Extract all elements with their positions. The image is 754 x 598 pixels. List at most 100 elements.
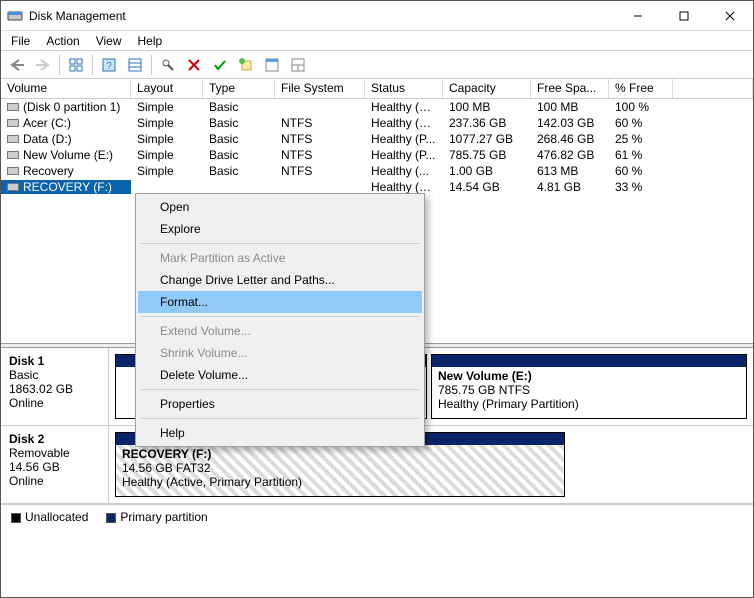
cell-free: 100 MB (531, 100, 609, 114)
list-view-icon[interactable] (123, 54, 147, 76)
context-separator (140, 418, 420, 419)
volume-name-label: RECOVERY (F:) (23, 180, 112, 194)
maximize-button[interactable] (661, 1, 707, 31)
disk2-kind: Removable (9, 446, 70, 460)
volume-list-header: Volume Layout Type File System Status Ca… (1, 79, 753, 99)
col-capacity[interactable]: Capacity (443, 79, 531, 98)
app-icon (7, 8, 23, 24)
part-info1: 14.56 GB FAT32 (122, 461, 211, 475)
volume-row[interactable]: (Disk 0 partition 1) SimpleBasic Healthy (… (1, 99, 753, 115)
menu-view[interactable]: View (90, 33, 128, 49)
volume-row[interactable]: Data (D:)SimpleBasicNTFSHealthy (P...107… (1, 131, 753, 147)
cell-free: 613 MB (531, 164, 609, 178)
cell-name: (Disk 0 partition 1) (1, 100, 131, 114)
col-type[interactable]: Type (203, 79, 275, 98)
col-freespace[interactable]: Free Spa... (531, 79, 609, 98)
volume-icon (7, 103, 19, 111)
disk2-label: Disk 2 Removable 14.56 GB Online (1, 426, 109, 503)
settings-icon[interactable] (156, 54, 180, 76)
cell-pct: 25 % (609, 132, 673, 146)
volume-name-label: Recovery (23, 164, 74, 178)
disk1-kind: Basic (9, 368, 38, 382)
volume-name-label: (Disk 0 partition 1) (23, 100, 120, 114)
cell-name: Data (D:) (1, 132, 131, 146)
volume-icon (7, 151, 19, 159)
cell-pct: 60 % (609, 164, 673, 178)
cell-layout: Simple (131, 148, 203, 162)
context-item-help[interactable]: Help (138, 422, 422, 444)
disk2-size: 14.56 GB (9, 460, 60, 474)
disk1-state: Online (9, 396, 44, 410)
col-pctfree[interactable]: % Free (609, 79, 673, 98)
col-status[interactable]: Status (365, 79, 443, 98)
disk1-name: Disk 1 (9, 354, 44, 368)
context-item-format[interactable]: Format... (138, 291, 422, 313)
disk1-partition-e[interactable]: New Volume (E:) 785.75 GB NTFS Healthy (… (431, 354, 747, 419)
context-menu: OpenExploreMark Partition as ActiveChang… (135, 193, 425, 447)
context-separator (140, 316, 420, 317)
help-icon[interactable]: ? (97, 54, 121, 76)
cell-status: Healthy (B... (365, 116, 443, 130)
cell-layout: Simple (131, 164, 203, 178)
cell-cap: 1077.27 GB (443, 132, 531, 146)
forward-button[interactable] (31, 54, 55, 76)
partition-header-bar (432, 355, 746, 367)
svg-text:?: ? (106, 61, 112, 72)
new-icon[interactable] (234, 54, 258, 76)
cell-type: Basic (203, 132, 275, 146)
window-title: Disk Management (29, 9, 615, 23)
cell-fs: NTFS (275, 164, 365, 178)
cell-free: 142.03 GB (531, 116, 609, 130)
cell-status: Healthy (E... (365, 100, 443, 114)
context-item-explore[interactable]: Explore (138, 218, 422, 240)
cell-layout: Simple (131, 100, 203, 114)
disk1-label: Disk 1 Basic 1863.02 GB Online (1, 348, 109, 425)
legend-primary: Primary partition (106, 510, 207, 524)
volume-row[interactable]: RecoverySimpleBasicNTFSHealthy (...1.00 … (1, 163, 753, 179)
grid-view-icon[interactable] (64, 54, 88, 76)
cell-status: Healthy (P... (365, 132, 443, 146)
disk2-name: Disk 2 (9, 432, 44, 446)
cell-name: New Volume (E:) (1, 148, 131, 162)
properties-icon[interactable] (260, 54, 284, 76)
context-item-delete-volume[interactable]: Delete Volume... (138, 364, 422, 386)
col-volume[interactable]: Volume (1, 79, 131, 98)
back-button[interactable] (5, 54, 29, 76)
context-item-open[interactable]: Open (138, 196, 422, 218)
title-bar: Disk Management (1, 1, 753, 31)
delete-icon[interactable] (182, 54, 206, 76)
part-info2: Healthy (Active, Primary Partition) (122, 475, 302, 489)
col-filesystem[interactable]: File System (275, 79, 365, 98)
col-layout[interactable]: Layout (131, 79, 203, 98)
context-separator (140, 243, 420, 244)
cell-cap: 100 MB (443, 100, 531, 114)
close-button[interactable] (707, 1, 753, 31)
cell-cap: 237.36 GB (443, 116, 531, 130)
col-spacer (673, 79, 753, 98)
menu-action[interactable]: Action (40, 33, 85, 49)
cell-cap: 14.54 GB (443, 180, 531, 194)
minimize-button[interactable] (615, 1, 661, 31)
cell-status: Healthy (A... (365, 180, 443, 194)
cell-status: Healthy (P... (365, 148, 443, 162)
context-item-properties[interactable]: Properties (138, 393, 422, 415)
volume-row[interactable]: New Volume (E:)SimpleBasicNTFSHealthy (P… (1, 147, 753, 163)
volume-name-label: Acer (C:) (23, 116, 71, 130)
menu-help[interactable]: Help (132, 33, 169, 49)
part-title: New Volume (E:) (438, 369, 532, 383)
layout-icon[interactable] (286, 54, 310, 76)
menu-file[interactable]: File (5, 33, 36, 49)
cell-name: RECOVERY (F:) (1, 180, 131, 194)
cell-pct: 33 % (609, 180, 673, 194)
volume-row[interactable]: Acer (C:)SimpleBasicNTFSHealthy (B...237… (1, 115, 753, 131)
volume-icon (7, 183, 19, 191)
check-icon[interactable] (208, 54, 232, 76)
context-item-change-drive-letter-and-paths[interactable]: Change Drive Letter and Paths... (138, 269, 422, 291)
toolbar: ? (1, 51, 753, 79)
cell-type: Basic (203, 100, 275, 114)
volume-name-label: Data (D:) (23, 132, 72, 146)
volume-name-label: New Volume (E:) (23, 148, 113, 162)
disk1-size: 1863.02 GB (9, 382, 73, 396)
cell-pct: 60 % (609, 116, 673, 130)
cell-type: Basic (203, 164, 275, 178)
